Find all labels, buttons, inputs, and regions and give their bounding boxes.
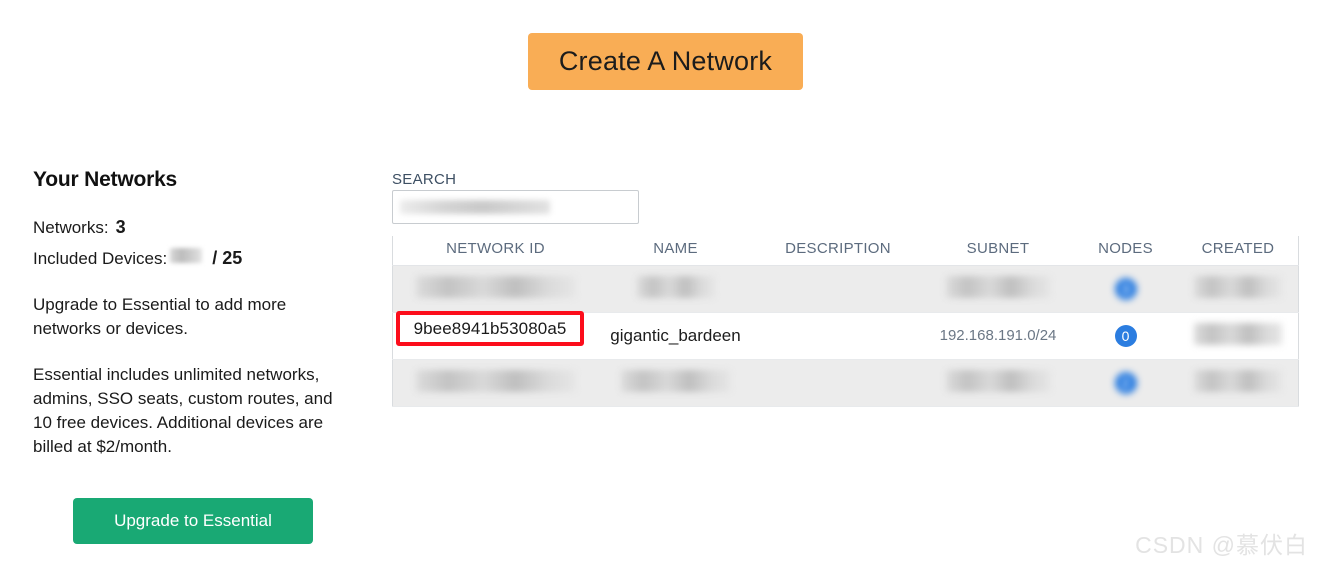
redacted-value: [415, 275, 576, 298]
nodes-badge: 3: [1114, 278, 1137, 300]
networks-count-row: Networks: 3: [33, 214, 333, 241]
table-header-row: NETWORK ID NAME DESCRIPTION SUBNET NODES…: [392, 236, 1299, 266]
cell-name: gigantic_bardeen: [598, 312, 753, 360]
included-devices-redacted-value: [170, 247, 203, 263]
column-header-description[interactable]: DESCRIPTION: [753, 236, 923, 266]
network-id-value: 9bee8941b53080a5: [413, 318, 567, 338]
cell-nodes: 0: [1073, 312, 1178, 360]
column-header-nodes[interactable]: NODES: [1073, 236, 1178, 266]
cell-subnet: [923, 359, 1073, 407]
create-network-button[interactable]: Create A Network: [528, 33, 803, 90]
upgrade-description-text: Upgrade to Essential to add more network…: [33, 295, 287, 339]
redacted-value: [1194, 322, 1282, 345]
cell-subnet: 192.168.191.0/24: [923, 312, 1073, 360]
cell-created: [1178, 265, 1299, 313]
redacted-value: [1194, 369, 1282, 392]
column-header-subnet[interactable]: SUBNET: [923, 236, 1073, 266]
cell-name: [598, 359, 753, 407]
redacted-value: [1194, 275, 1282, 298]
networks-count-value: 3: [115, 217, 126, 237]
cell-subnet: [923, 265, 1073, 313]
table-row[interactable]: 2: [392, 359, 1299, 407]
included-devices-total: / 25: [212, 247, 243, 268]
upgrade-to-essential-button[interactable]: Upgrade to Essential: [73, 498, 313, 544]
highlighted-network-id[interactable]: 9bee8941b53080a5: [396, 311, 584, 346]
column-header-name[interactable]: NAME: [598, 236, 753, 266]
essential-features-text: Essential includes unlimited networks, a…: [33, 364, 333, 456]
cell-nodes: 3: [1073, 265, 1178, 313]
cell-created: [1178, 312, 1299, 360]
page-title: Your Networks: [33, 168, 178, 191]
cell-nodes: 2: [1073, 359, 1178, 407]
redacted-value: [945, 275, 1051, 298]
included-devices-row: Included Devices: / 25: [33, 245, 333, 272]
networks-count-label: Networks:: [33, 218, 109, 237]
cell-network-id[interactable]: [392, 265, 598, 313]
cell-description: [753, 312, 923, 360]
search-label: SEARCH: [392, 171, 457, 188]
network-name: gigantic_bardeen: [610, 326, 741, 345]
column-header-network-id[interactable]: NETWORK ID: [392, 236, 598, 266]
cell-description: [753, 265, 923, 313]
cell-network-id[interactable]: [392, 359, 598, 407]
cell-description: [753, 359, 923, 407]
cell-created: [1178, 359, 1299, 407]
nodes-badge: 0: [1114, 325, 1137, 347]
nodes-badge: 2: [1114, 372, 1137, 394]
column-header-created[interactable]: CREATED: [1178, 236, 1299, 266]
search-input[interactable]: [392, 190, 639, 224]
network-subnet: 192.168.191.0/24: [939, 327, 1057, 344]
included-devices-label: Included Devices:: [33, 248, 168, 268]
your-networks-panel: Your Networks Networks: 3 Included Devic…: [33, 168, 333, 544]
watermark: CSDN @慕伏白: [1135, 532, 1308, 558]
redacted-value: [636, 275, 715, 298]
redacted-value: [945, 369, 1051, 392]
redacted-value: [415, 369, 576, 392]
cell-name: [598, 265, 753, 313]
table-row[interactable]: 3: [392, 265, 1299, 313]
redacted-value: [620, 369, 731, 392]
